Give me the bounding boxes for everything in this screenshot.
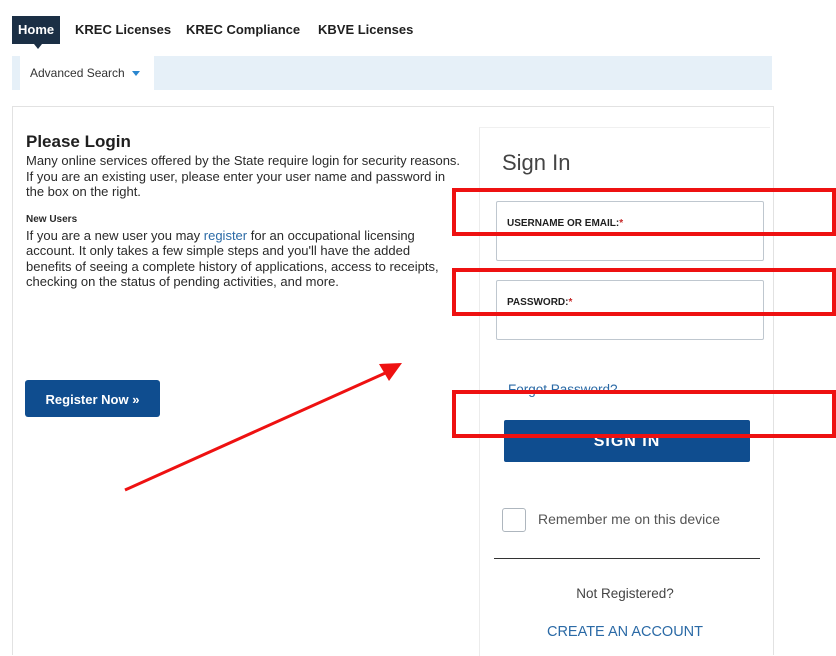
login-title: Please Login [26,132,131,151]
password-label-text: PASSWORD: [507,297,569,308]
create-account-link[interactable]: CREATE AN ACCOUNT [480,624,770,640]
login-panel: Please Login Many online services offere… [12,106,774,656]
nav-home[interactable]: Home [12,16,61,44]
required-mark: * [619,218,624,229]
nav-krec-compliance[interactable]: KREC Compliance [186,16,300,44]
username-field[interactable]: USERNAME OR EMAIL:* [496,201,764,261]
not-registered-text: Not Registered? [576,586,674,601]
new-users-text-start: If you are a new user you may [26,227,204,243]
signin-title: Sign In [502,150,571,175]
nav-krec-licenses[interactable]: KREC Licenses [75,16,171,44]
sub-nav-bar: Advanced Search [12,56,772,90]
remember-me-checkbox[interactable] [502,508,526,532]
signin-card: Sign In USERNAME OR EMAIL:* PASSWORD:* F… [479,127,770,656]
advanced-search-menu[interactable]: Advanced Search [20,56,155,90]
login-info: Please Login Many online services offere… [26,133,466,290]
login-description: Many online services offered by the Stat… [26,153,461,199]
forgot-password-link[interactable]: Forgot Password? [508,382,618,397]
register-link[interactable]: register [204,228,247,243]
divider [494,558,760,559]
password-label: PASSWORD:* [507,297,572,308]
username-label: USERNAME OR EMAIL:* [507,218,623,229]
chevron-down-icon [132,71,141,77]
username-label-text: USERNAME OR EMAIL: [507,218,620,229]
required-mark: * [568,297,573,308]
new-users-text: If you are a new user you may register f… [26,228,456,290]
password-input[interactable] [505,313,755,333]
password-field[interactable]: PASSWORD:* [496,280,764,340]
nav-kbve-licenses[interactable]: KBVE Licenses [318,16,413,44]
username-input[interactable] [505,234,755,254]
register-now-button[interactable]: Register Now » [25,380,160,417]
advanced-search-label: Advanced Search [30,66,125,80]
remember-me-label: Remember me on this device [538,511,721,527]
nav-active-caret-icon [34,44,42,49]
new-users-heading: New Users [26,213,78,225]
sign-in-button[interactable]: SIGN IN [504,420,750,462]
